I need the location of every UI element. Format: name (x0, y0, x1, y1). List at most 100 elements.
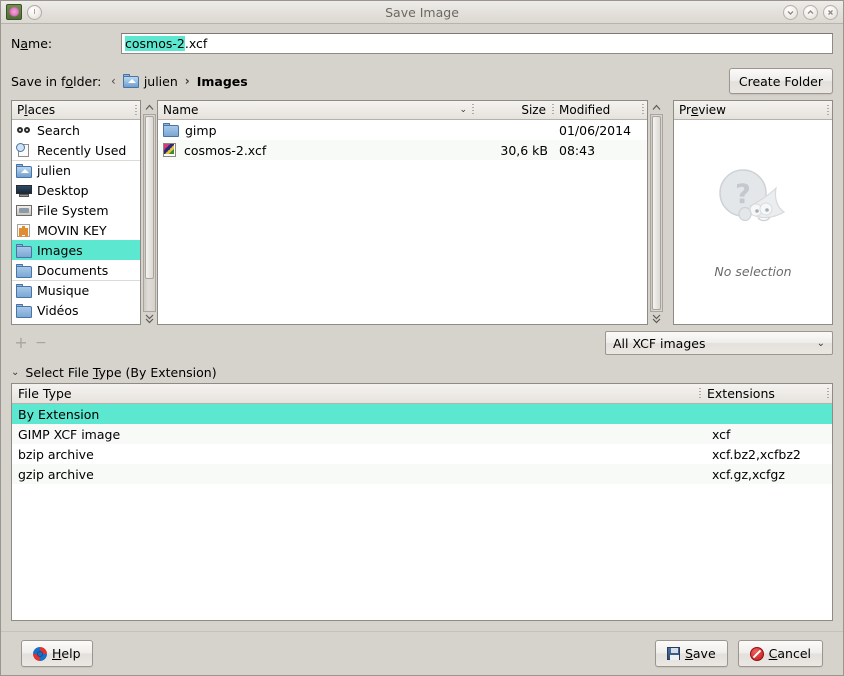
no-entry-icon (750, 647, 764, 661)
sidebar-item-images[interactable]: Images (12, 240, 140, 260)
sidebar-item-label: Documents (37, 263, 108, 278)
file-name-label: gimp (185, 123, 217, 138)
scroll-down-icon[interactable] (142, 312, 156, 325)
footer-action-buttons: Save Cancel (655, 640, 823, 667)
name-row: Name: cosmos-2.xcf (11, 24, 833, 62)
dialog-footer: Help Save Cancel (1, 631, 843, 675)
maximize-button[interactable] (803, 5, 818, 20)
places-panel: Places Search Recently Used julien (11, 100, 141, 325)
file-list-panel: Name ⌄ Size Modified (157, 100, 648, 325)
wilber-question-icon: ? (710, 166, 796, 232)
breadcrumb-back-arrow[interactable]: ‹ (111, 74, 116, 88)
file-list-body: gimp 01/06/2014 cosmos-2.xcf 30,6 kB 08:… (158, 120, 647, 324)
create-folder-button[interactable]: Create Folder (729, 68, 833, 94)
file-filter-dropdown[interactable]: All XCF images ⌄ (605, 331, 833, 355)
breadcrumb-item-images[interactable]: Images (197, 74, 248, 89)
save-label: Save (685, 646, 716, 661)
expander-label: Select File Type (By Extension) (25, 365, 216, 380)
places-header: Places (12, 101, 140, 120)
minimize-button[interactable] (783, 5, 798, 20)
help-button[interactable]: Help (21, 640, 93, 667)
file-list-scrollbar[interactable] (648, 100, 664, 325)
sidebar-item-file-system[interactable]: File System (12, 200, 140, 220)
scroll-up-icon[interactable] (649, 101, 663, 114)
name-label: Name: (11, 36, 111, 51)
column-grip[interactable] (135, 105, 137, 116)
file-modified-cell: 08:43 (554, 143, 647, 158)
column-header-size[interactable]: Size (474, 101, 552, 119)
file-type-label: gzip archive (12, 467, 706, 482)
sidebar-item-label: Vidéos (37, 303, 79, 318)
remove-bookmark-button[interactable]: − (31, 333, 51, 353)
file-type-extensions: xcf.gz,xcfgz (706, 467, 832, 482)
column-header-extensions[interactable]: Extensions (701, 386, 827, 401)
folder-icon (16, 263, 32, 278)
shade-button[interactable] (27, 5, 42, 20)
file-type-list: File Type Extensions By Extension GIMP X… (11, 383, 833, 621)
floppy-disk-icon (667, 647, 680, 660)
chevron-down-icon: ⌄ (817, 338, 825, 349)
add-bookmark-button[interactable]: + (11, 333, 31, 353)
file-filter-value: All XCF images (613, 336, 705, 351)
column-header-label: Size (521, 103, 546, 117)
file-type-extensions: xcf.bz2,xcfbz2 (706, 447, 832, 462)
list-item[interactable]: By Extension (12, 404, 832, 424)
list-item[interactable]: GIMP XCF image xcf (12, 424, 832, 444)
sidebar-item-documents[interactable]: Documents (12, 260, 140, 280)
places-scrollbar[interactable] (141, 100, 157, 325)
filename-selected-text: cosmos-2 (125, 36, 185, 51)
sidebar-item-musique[interactable]: Musique (12, 280, 140, 300)
sidebar-item-videos[interactable]: Vidéos (12, 300, 140, 320)
title-bar: Save Image (1, 1, 843, 24)
cancel-label: Cancel (769, 646, 811, 661)
cancel-button[interactable]: Cancel (738, 640, 823, 667)
help-label: Help (52, 646, 81, 661)
column-header-name[interactable]: Name ⌄ (158, 101, 472, 119)
file-scroll-trough[interactable] (650, 114, 663, 312)
breadcrumb: ‹ julien › Images (111, 74, 248, 89)
file-name-cell: cosmos-2.xcf (158, 143, 470, 158)
select-file-type-expander[interactable]: ⌄ Select File Type (By Extension) (11, 361, 833, 383)
filename-input[interactable]: cosmos-2.xcf (121, 33, 833, 54)
sidebar-item-desktop[interactable]: Desktop (12, 180, 140, 200)
list-item[interactable]: gzip archive xcf.gz,xcfgz (12, 464, 832, 484)
breadcrumb-label: Images (197, 74, 248, 89)
close-button[interactable] (823, 5, 838, 20)
sidebar-item-search[interactable]: Search (12, 120, 140, 140)
sidebar-item-recently-used[interactable]: Recently Used (12, 140, 140, 160)
places-scroll-trough[interactable] (143, 114, 156, 312)
preview-status: No selection (714, 264, 791, 279)
breadcrumb-label: julien (144, 74, 178, 89)
table-row[interactable]: cosmos-2.xcf 30,6 kB 08:43 (158, 140, 647, 160)
column-grip[interactable] (642, 104, 644, 116)
column-header-label: Modified (559, 103, 610, 117)
file-type-extensions: xcf (706, 427, 832, 442)
sidebar-item-label: Desktop (37, 183, 89, 198)
save-button[interactable]: Save (655, 640, 728, 667)
folder-icon (16, 303, 32, 318)
window-title: Save Image (1, 5, 843, 20)
svg-text:?: ? (735, 179, 751, 210)
column-grip[interactable] (827, 388, 829, 400)
recent-icon (16, 143, 32, 158)
list-item[interactable]: bzip archive xcf.bz2,xcfbz2 (12, 444, 832, 464)
table-row[interactable]: gimp 01/06/2014 (158, 120, 647, 140)
file-list-header: Name ⌄ Size Modified (158, 101, 647, 120)
filter-row: + − All XCF images ⌄ (11, 325, 833, 361)
column-header-modified[interactable]: Modified (554, 101, 642, 119)
scroll-down-icon[interactable] (649, 312, 663, 325)
breadcrumb-item-julien[interactable]: julien (123, 74, 178, 89)
scroll-up-icon[interactable] (142, 101, 156, 114)
file-type-list-header: File Type Extensions (12, 384, 832, 404)
browser-panes: Places Search Recently Used julien (11, 100, 833, 325)
column-header-file-type[interactable]: File Type (12, 386, 699, 401)
folder-icon (163, 123, 179, 137)
flower-thumbnail-icon (6, 4, 22, 20)
file-scroll-thumb[interactable] (652, 116, 661, 310)
places-scroll-thumb[interactable] (145, 116, 154, 279)
sidebar-item-julien[interactable]: julien (12, 160, 140, 180)
file-type-label: GIMP XCF image (12, 427, 706, 442)
column-grip[interactable] (827, 105, 829, 116)
sidebar-item-movin-key[interactable]: MOVIN KEY (12, 220, 140, 240)
filename-extension-text: .xcf (185, 36, 207, 51)
